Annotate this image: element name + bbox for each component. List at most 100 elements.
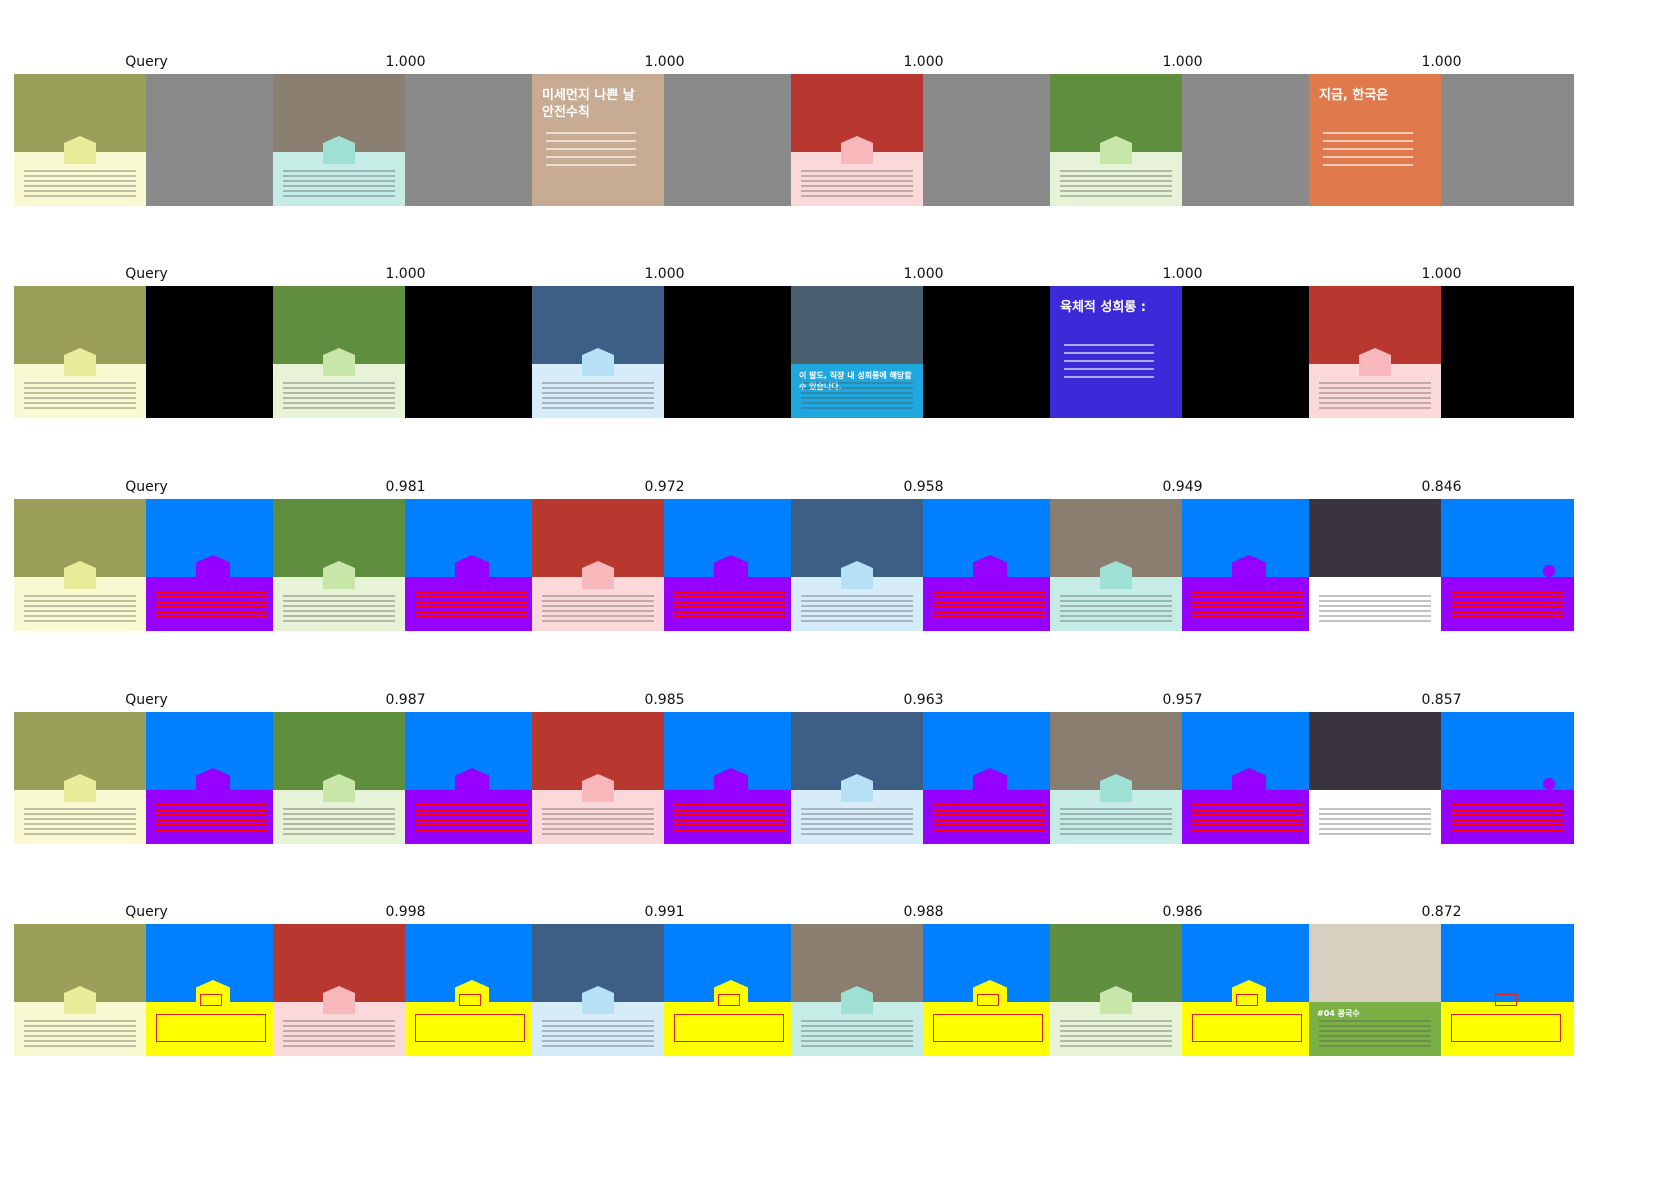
image-pair — [791, 924, 1056, 1056]
image-pair — [532, 499, 797, 631]
mask-region-text — [1192, 804, 1304, 834]
mask-region-figure — [1543, 565, 1555, 577]
poster-image: 지금, 한국은 — [1309, 74, 1441, 206]
image-pair — [14, 712, 279, 844]
segmentation-mask — [923, 286, 1056, 418]
segmentation-mask — [1441, 924, 1574, 1056]
similarity-score: 0.957 — [1162, 692, 1203, 708]
image-pair: 육체적 성희롱 : — [1050, 286, 1315, 418]
thumbnail-image — [273, 74, 405, 206]
similarity-score: 1.000 — [385, 266, 426, 282]
poster-heading: 지금, 한국은 — [1319, 88, 1389, 103]
image-pair — [1050, 499, 1315, 631]
segmentation-mask — [405, 924, 538, 1056]
image-pair — [273, 712, 538, 844]
segmentation-mask — [923, 74, 1056, 206]
segmentation-mask — [923, 712, 1056, 844]
body-text-lines — [542, 1020, 654, 1050]
similarity-score: 0.972 — [644, 479, 685, 495]
image-pair — [1050, 74, 1315, 206]
mask-region-text — [1451, 804, 1563, 834]
thumbnail-image — [791, 924, 923, 1056]
image-pair — [273, 74, 538, 206]
segmentation-mask — [664, 712, 797, 844]
poster-text-lines — [1050, 344, 1154, 384]
thumbnail-image — [273, 286, 405, 418]
mask-region-text — [1192, 591, 1304, 621]
segmentation-mask — [1441, 74, 1574, 206]
similarity-score: 0.958 — [903, 479, 944, 495]
similarity-score: 0.986 — [1162, 904, 1203, 920]
similarity-score: 0.846 — [1421, 479, 1462, 495]
image-pair — [1309, 712, 1574, 844]
body-text-lines — [801, 808, 913, 838]
body-text-lines — [1319, 808, 1431, 838]
thumbnail-image — [532, 924, 664, 1056]
similarity-score: 0.857 — [1421, 692, 1462, 708]
results-grid: Query 1.000 1.000 미세먼지 나쁜 날 안전수칙 1.000 1.000 1.… — [0, 0, 1679, 1200]
thumbnail-image — [1309, 712, 1441, 844]
segmentation-mask — [1441, 712, 1574, 844]
mask-title-box — [200, 994, 222, 1006]
similarity-score: 1.000 — [644, 54, 685, 70]
body-text-lines — [1060, 595, 1172, 625]
segmentation-mask — [1182, 499, 1315, 631]
segmentation-mask — [1182, 286, 1315, 418]
thumbnail-image — [14, 924, 146, 1056]
mask-region-background — [1441, 499, 1574, 577]
body-text-lines — [1319, 595, 1431, 625]
mask-title-box — [1495, 994, 1517, 1006]
body-text-lines — [283, 595, 395, 625]
mask-region-text — [933, 591, 1045, 621]
segmentation-mask — [1182, 924, 1315, 1056]
similarity-score: 0.963 — [903, 692, 944, 708]
segmentation-mask — [1441, 286, 1574, 418]
body-text-lines — [1319, 382, 1431, 412]
similarity-score: 0.949 — [1162, 479, 1203, 495]
thumbnail-image — [14, 74, 146, 206]
image-pair — [1309, 499, 1574, 631]
body-text-lines — [542, 808, 654, 838]
body-text-lines — [283, 1020, 395, 1050]
query-label: Query — [125, 692, 168, 708]
similarity-score: 0.872 — [1421, 904, 1462, 920]
body-text-lines — [542, 382, 654, 412]
thumbnail-image — [532, 286, 664, 418]
mask-text-box — [1451, 1014, 1561, 1042]
body-text-lines — [801, 170, 913, 200]
body-text-lines — [24, 808, 136, 838]
similarity-score: 1.000 — [1162, 266, 1203, 282]
body-text-lines — [283, 808, 395, 838]
image-pair — [273, 499, 538, 631]
mask-region-text — [933, 804, 1045, 834]
thumbnail-image: 미세먼지 나쁜 날 안전수칙 — [532, 74, 664, 206]
segmentation-mask — [146, 712, 279, 844]
photo-area — [1309, 924, 1441, 1002]
poster-text-lines — [1309, 132, 1413, 172]
mask-text-box — [933, 1014, 1043, 1042]
mask-title-box — [1236, 994, 1258, 1006]
thumbnail-image — [791, 712, 923, 844]
photo-area — [1309, 499, 1441, 577]
query-label: Query — [125, 54, 168, 70]
body-text-lines — [24, 170, 136, 200]
mask-title-box — [459, 994, 481, 1006]
thumbnail-image: 지금, 한국은 — [1309, 74, 1441, 206]
image-pair — [532, 924, 797, 1056]
image-pair — [532, 286, 797, 418]
body-text-lines — [24, 1020, 136, 1050]
body-text-lines — [801, 1020, 913, 1050]
image-pair — [14, 924, 279, 1056]
similarity-score: 0.998 — [385, 904, 426, 920]
thumbnail-image — [1309, 286, 1441, 418]
similarity-score: 0.991 — [644, 904, 685, 920]
similarity-score: 1.000 — [1421, 54, 1462, 70]
image-pair — [273, 924, 538, 1056]
segmentation-mask — [664, 924, 797, 1056]
segmentation-mask — [1182, 712, 1315, 844]
segmentation-mask — [923, 499, 1056, 631]
image-pair: 지금, 한국은 — [1309, 74, 1574, 206]
similarity-score: 1.000 — [644, 266, 685, 282]
body-text-lines — [283, 170, 395, 200]
segmentation-mask — [146, 74, 279, 206]
